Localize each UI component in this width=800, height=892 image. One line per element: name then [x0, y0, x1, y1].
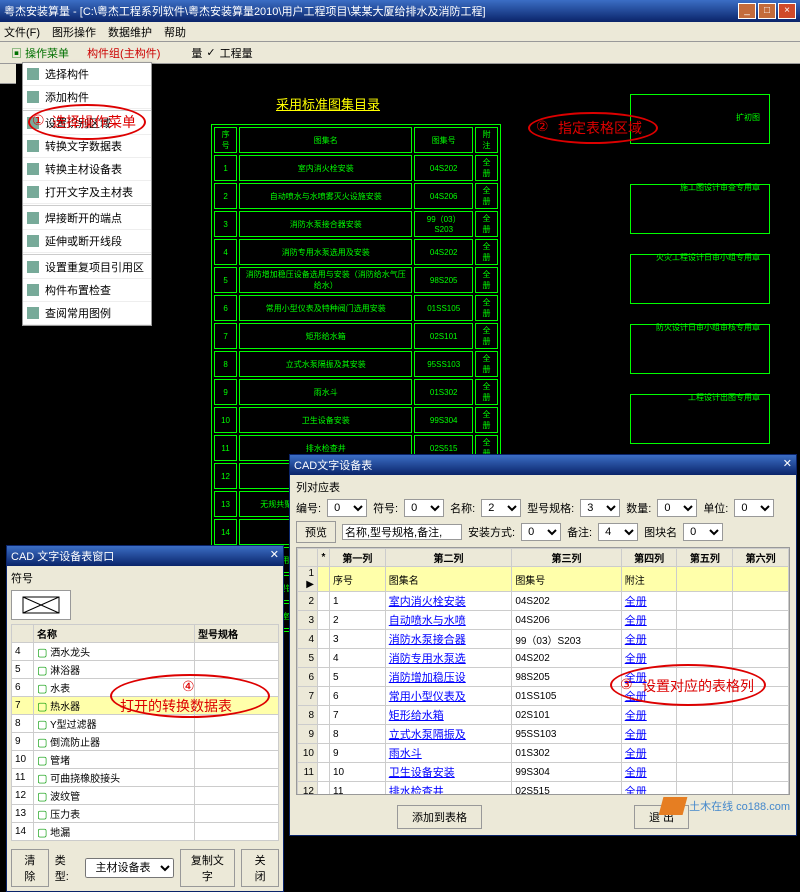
close-button[interactable]: ×: [778, 3, 796, 19]
op-menu-button[interactable]: ▣ 操作菜单: [4, 42, 76, 64]
dlg1-table[interactable]: 名称型号规格 4▢ 洒水龙头5▢ 淋浴器6▢ 水表7▢ 热水器8▢ Y型过滤器9…: [11, 624, 279, 841]
dlg2-sym-select[interactable]: 0: [404, 499, 444, 517]
annotation-3-num: ③: [620, 676, 633, 693]
table-row[interactable]: 1110卫生设备安装99S304全册: [298, 763, 789, 782]
annotation-2-num: ②: [536, 118, 549, 135]
main-titlebar: 粤杰安装算量 - [C:\粤杰工程系列软件\粤杰安装算量2010\用户工程项目\…: [0, 0, 800, 22]
dlg1-close-button[interactable]: 关 闭: [241, 849, 279, 887]
cad-text-device-table-dialog: CAD文字设备表 ✕ 列对应表 编号:0 符号:0 名称:2 型号规格:3 数量…: [289, 454, 797, 836]
menu-weld-endpoint[interactable]: 焊接断开的端点: [23, 207, 151, 230]
annotation-1-text: 选择操作菜单: [52, 112, 136, 132]
dlg1-symbol-box: [11, 590, 71, 620]
dlg2-spec-select[interactable]: 3: [580, 499, 620, 517]
dlg2-close-icon[interactable]: ✕: [783, 457, 792, 473]
dlg2-title: CAD文字设备表: [294, 457, 372, 473]
table-row[interactable]: 9▢ 倒流防止器: [12, 733, 279, 751]
dlg2-name-select[interactable]: 2: [481, 499, 521, 517]
dlg2-titlebar: CAD文字设备表 ✕: [290, 455, 796, 475]
window-title: 粤杰安装算量 - [C:\粤杰工程系列软件\粤杰安装算量2010\用户工程项目\…: [4, 3, 486, 19]
table-row[interactable]: 14▢ 地漏: [12, 823, 279, 841]
dlg2-remark-select[interactable]: 4: [598, 523, 638, 541]
toolbar-amount[interactable]: 量: [191, 45, 202, 61]
dlg1-clear-button[interactable]: 清 除: [11, 849, 49, 887]
cad-right-label: 火灾工程设计日审小组专用章: [656, 252, 760, 263]
dlg2-hint-input[interactable]: [342, 524, 462, 540]
table-row[interactable]: 1 ▶序号图集名图集号附注: [298, 567, 789, 592]
table-row[interactable]: 11▢ 可曲挠橡胶接头: [12, 769, 279, 787]
table-row[interactable]: 12▢ 波纹管: [12, 787, 279, 805]
dlg2-add-button[interactable]: 添加到表格: [397, 805, 482, 829]
cad-right-label: 扩初图: [736, 112, 760, 123]
menu-help[interactable]: 帮助: [164, 24, 186, 40]
table-row[interactable]: 109雨水斗01S302全册: [298, 744, 789, 763]
dlg2-block-select[interactable]: 0: [683, 523, 723, 541]
watermark: 土木在线 co188.com: [661, 797, 790, 815]
cad-text-device-window: CAD 文字设备表窗口 ✕ 符号 名称型号规格 4▢ 洒水龙头5▢ 淋浴器6▢ …: [6, 545, 284, 892]
menu-convert-material-table[interactable]: 转换主材设备表: [23, 158, 151, 181]
table-row[interactable]: 32自动喷水与水喷04S206全册: [298, 611, 789, 630]
table-row[interactable]: 4▢ 洒水龙头: [12, 643, 279, 661]
dlg2-install-select[interactable]: 0: [521, 523, 561, 541]
annotation-4-text: 打开的转换数据表: [120, 696, 232, 716]
menu-set-repeat-ref[interactable]: 设置重复项目引用区: [23, 256, 151, 279]
dlg2-group-label: 列对应表: [296, 479, 790, 495]
main-toolbar: ▣ 操作菜单 构件组(主构件) 量 ✓ 工程量: [0, 42, 800, 64]
menu-file[interactable]: 文件(F): [4, 24, 40, 40]
annotation-2-text: 指定表格区域: [558, 118, 642, 138]
menu-graphics[interactable]: 图形操作: [52, 24, 96, 40]
table-row[interactable]: 1211排水检查井02S515全册: [298, 782, 789, 796]
menu-data[interactable]: 数据维护: [108, 24, 152, 40]
dlg1-type-select[interactable]: 主材设备表: [85, 858, 174, 878]
dlg2-qty-select[interactable]: 0: [657, 499, 697, 517]
table-row[interactable]: 10▢ 管堵: [12, 751, 279, 769]
menu-select-comp[interactable]: 选择构件: [23, 63, 151, 86]
cad-drawing-title: 采用标准图集目录: [276, 94, 380, 113]
dlg1-type-label: 类型:: [55, 852, 79, 884]
dlg1-copy-button[interactable]: 复制文字: [180, 849, 236, 887]
dlg1-titlebar: CAD 文字设备表窗口 ✕: [7, 546, 283, 566]
table-row[interactable]: 98立式水泵隔振及95SS103全册: [298, 725, 789, 744]
main-menubar: 文件(F) 图形操作 数据维护 帮助: [0, 22, 800, 42]
cad-right-label: 施工图设计审查专用章: [680, 182, 760, 193]
table-row[interactable]: 21室内消火栓安装04S202全册: [298, 592, 789, 611]
menu-extend-break[interactable]: 延伸或断开线段: [23, 230, 151, 253]
maximize-button[interactable]: □: [758, 3, 776, 19]
dlg1-close-icon[interactable]: ✕: [270, 548, 279, 564]
comp-group-label[interactable]: 构件组(主构件): [80, 42, 167, 64]
dlg2-num-select[interactable]: 0: [327, 499, 367, 517]
table-row[interactable]: 87矩形给水箱02S101全册: [298, 706, 789, 725]
table-row[interactable]: 13▢ 压力表: [12, 805, 279, 823]
annotation-4-num: ④: [182, 678, 195, 695]
operation-menu: 选择构件 添加构件 设置识别区域 转换文字数据表 转换主材设备表 打开文字及主材…: [22, 62, 152, 326]
annotation-1-num: ①: [32, 112, 45, 129]
menu-view-legend[interactable]: 查阅常用图例: [23, 302, 151, 325]
annotation-3-text: 设置对应的表格列: [642, 676, 754, 696]
cad-right-label: 防火设计日审小组审核专用章: [656, 322, 760, 333]
watermark-icon: [659, 797, 688, 815]
cad-right-label: 工程设计出图专用章: [688, 392, 760, 403]
dlg1-title: CAD 文字设备表窗口: [11, 548, 114, 564]
toolbar-proj-amount[interactable]: 工程量: [220, 45, 253, 61]
dlg2-unit-select[interactable]: 0: [734, 499, 774, 517]
dlg1-symbol-label: 符号: [11, 570, 279, 586]
menu-open-table[interactable]: 打开文字及主材表: [23, 181, 151, 204]
minimize-button[interactable]: _: [738, 3, 756, 19]
table-row[interactable]: 5▢ 淋浴器: [12, 661, 279, 679]
table-row[interactable]: 43消防水泵接合器99（03）S203全册: [298, 630, 789, 649]
table-row[interactable]: 8▢ Y型过滤器: [12, 715, 279, 733]
dlg2-preview-button[interactable]: 预览: [296, 521, 336, 543]
menu-layout-check[interactable]: 构件布置检查: [23, 279, 151, 302]
toolbar-check[interactable]: ✓: [206, 46, 215, 59]
